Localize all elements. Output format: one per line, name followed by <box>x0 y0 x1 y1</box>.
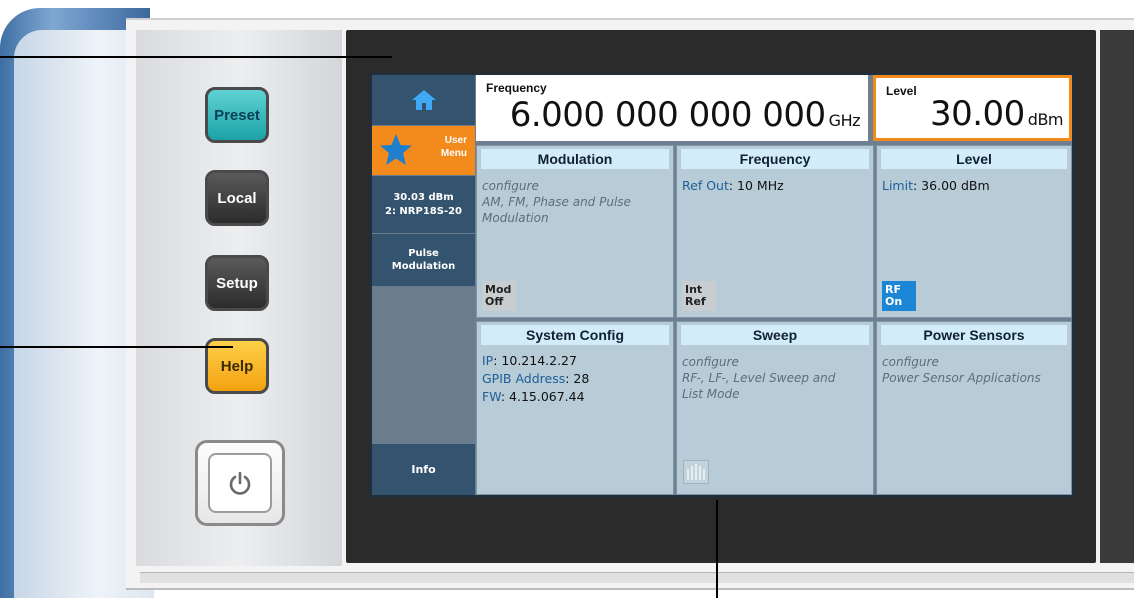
sensor-level: 30.03 dBm <box>393 191 454 203</box>
home-button[interactable] <box>372 75 475 125</box>
rf-on-badge[interactable]: RF On <box>882 281 916 311</box>
star-icon <box>380 134 412 165</box>
tile-title: Frequency <box>681 149 869 169</box>
frequency-field[interactable]: Frequency 6.000 000 000 000 GHz <box>476 75 868 141</box>
frequency-label: Frequency <box>486 81 547 95</box>
tile-text: configure RF-, LF-, Level Sweep and List M… <box>682 355 836 401</box>
int-ref-badge[interactable]: Int Ref <box>682 281 716 311</box>
ref-out-row: Ref Out: 10 MHz <box>682 178 784 193</box>
pulse-label-line1: Pulse <box>408 248 439 259</box>
user-menu-label: User Menu <box>440 135 467 159</box>
user-menu-button[interactable]: User Menu <box>372 126 475 175</box>
level-value: 30.00 dBm <box>929 94 1064 134</box>
tile-text: configure AM, FM, Phase and Pulse Modulati… <box>482 179 631 225</box>
tile-title: Sweep <box>681 325 869 345</box>
mod-off-badge[interactable]: Mod Off <box>482 281 516 311</box>
power-sensor-reading[interactable]: 30.03 dBm 2: NRP18S-20 <box>372 176 475 233</box>
tile-frequency[interactable]: Frequency Ref Out: 10 MHz Int Ref <box>676 145 874 318</box>
tile-text: configure Power Sensor Applications <box>882 355 1041 385</box>
local-key[interactable]: Local <box>205 170 269 226</box>
tile-power-sensors[interactable]: Power Sensors configure Power Sensor Appl… <box>876 321 1072 495</box>
info-button[interactable]: Info <box>372 444 475 495</box>
callout-line-display <box>0 56 392 58</box>
bottom-rail <box>140 572 1134 583</box>
limit-row: Limit: 36.00 dBm <box>882 178 990 193</box>
preset-key[interactable]: Preset <box>205 87 269 143</box>
pulse-label-line2: Modulation <box>391 261 456 272</box>
tile-modulation[interactable]: Modulation configure AM, FM, Phase and Pu… <box>476 145 674 318</box>
ip-row: IP: 10.214.2.27 <box>482 353 577 368</box>
fw-row: FW: 4.15.067.44 <box>482 389 585 404</box>
right-panel-strip <box>1100 30 1134 563</box>
callout-line-touchscreen-v <box>716 500 718 598</box>
home-icon <box>411 90 436 110</box>
power-icon <box>208 453 272 513</box>
pulse-modulation-button[interactable]: Pulse Modulation <box>372 234 475 286</box>
tile-title: System Config <box>481 325 669 345</box>
frequency-value: 6.000 000 000 000 GHz <box>509 95 861 135</box>
tile-title: Power Sensors <box>881 325 1067 345</box>
setup-key[interactable]: Setup <box>205 255 269 311</box>
sweep-icon <box>683 460 709 484</box>
level-label: Level <box>886 84 917 98</box>
tile-system-config[interactable]: System Config IP: 10.214.2.27 GPIB Addre… <box>476 321 674 495</box>
tile-title: Modulation <box>481 149 669 169</box>
power-key[interactable] <box>195 440 285 526</box>
tile-title: Level <box>881 149 1067 169</box>
tile-level[interactable]: Level Limit: 36.00 dBm RF On <box>876 145 1072 318</box>
gpib-row: GPIB Address: 28 <box>482 371 590 386</box>
tile-sweep[interactable]: Sweep configure RF-, LF-, Level Sweep and… <box>676 321 874 495</box>
callout-line-keys <box>0 346 233 348</box>
level-field[interactable]: Level 30.00 dBm <box>873 75 1072 141</box>
sensor-name: 2: NRP18S-20 <box>384 205 463 217</box>
